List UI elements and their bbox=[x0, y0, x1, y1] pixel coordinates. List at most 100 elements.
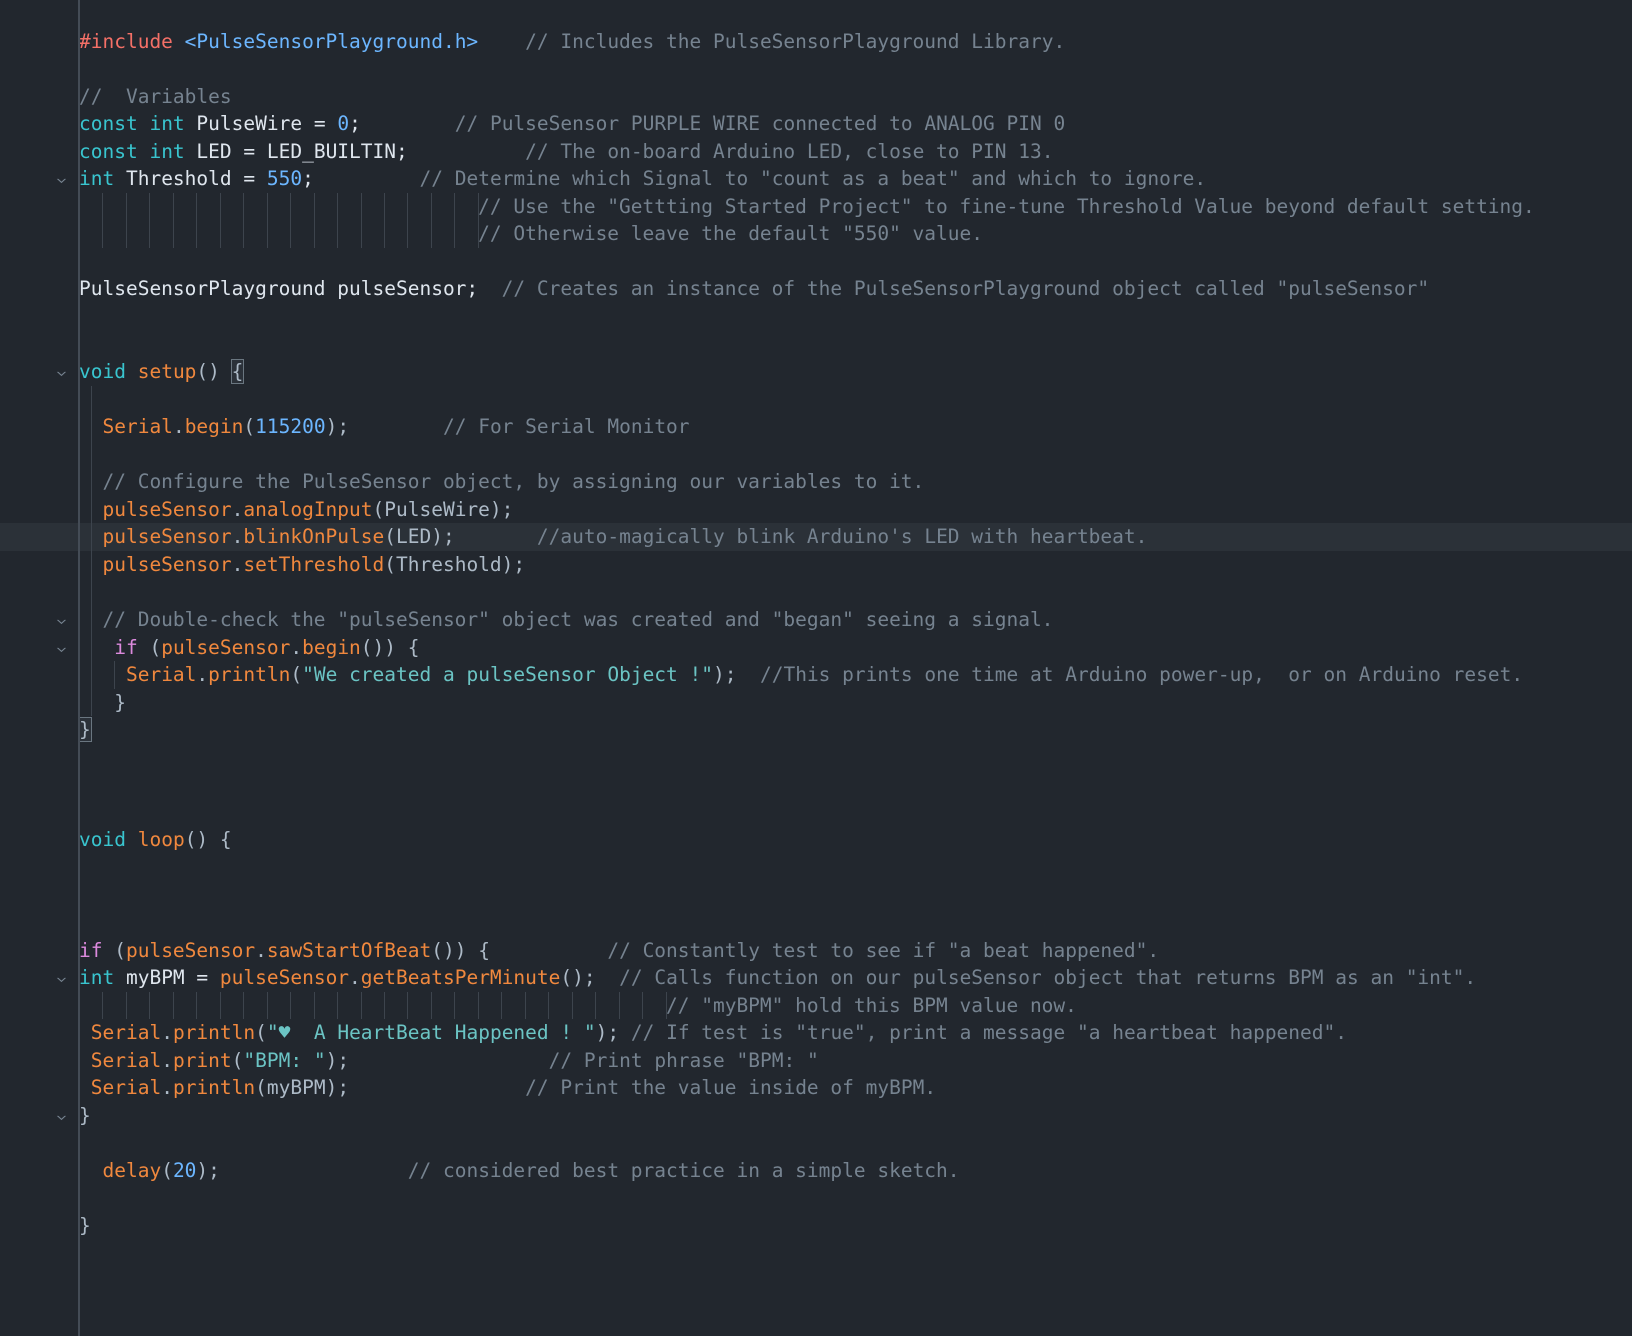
code-line[interactable]: Serial.println("♥ A HeartBeat Happened !… bbox=[0, 1019, 1632, 1047]
code-line[interactable]: } bbox=[0, 716, 1632, 744]
code-line[interactable]: pulseSensor.setThreshold(Threshold); bbox=[0, 550, 1632, 579]
code-line[interactable] bbox=[0, 303, 1632, 331]
code-line[interactable] bbox=[0, 1267, 1632, 1295]
code-line[interactable]: // Variables bbox=[0, 83, 1632, 111]
code-line[interactable]: // Configure the PulseSensor object, by … bbox=[0, 468, 1632, 496]
code-text[interactable]: PulseSensorPlayground pulseSensor; // Cr… bbox=[78, 275, 1632, 303]
code-line[interactable] bbox=[0, 854, 1632, 882]
code-line[interactable]: const int PulseWire = 0; // PulseSensor … bbox=[0, 110, 1632, 138]
code-text[interactable]: // "myBPM" hold this BPM value now. bbox=[78, 991, 1632, 1020]
code-text[interactable]: } bbox=[78, 688, 1632, 717]
code-text[interactable] bbox=[78, 909, 1632, 937]
code-line[interactable] bbox=[0, 771, 1632, 799]
code-text[interactable]: pulseSensor.setThreshold(Threshold); bbox=[78, 550, 1632, 579]
code-line[interactable] bbox=[0, 385, 1632, 414]
code-text[interactable] bbox=[78, 1267, 1632, 1295]
code-line[interactable] bbox=[0, 882, 1632, 910]
code-line[interactable]: void loop() { bbox=[0, 826, 1632, 854]
code-text[interactable]: // Otherwise leave the default "550" val… bbox=[78, 220, 1632, 248]
code-line[interactable] bbox=[0, 578, 1632, 607]
code-text[interactable]: Serial.print("BPM: "); // Print phrase "… bbox=[78, 1047, 1632, 1075]
code-line[interactable]: delay(20); // considered best practice i… bbox=[0, 1157, 1632, 1185]
code-line[interactable] bbox=[0, 440, 1632, 469]
code-text[interactable] bbox=[78, 248, 1632, 276]
code-text[interactable] bbox=[78, 799, 1632, 827]
code-line[interactable]: ⌄ if (pulseSensor.begin()) { bbox=[0, 633, 1632, 662]
code-text[interactable]: // Variables bbox=[78, 83, 1632, 111]
code-text[interactable]: int Threshold = 550; // Determine which … bbox=[78, 165, 1632, 193]
code-line[interactable] bbox=[0, 1129, 1632, 1157]
code-line[interactable]: PulseSensorPlayground pulseSensor; // Cr… bbox=[0, 275, 1632, 303]
code-text[interactable]: } bbox=[78, 1212, 1632, 1240]
code-line[interactable]: ⌄ int myBPM = pulseSensor.getBeatsPerMinu… bbox=[0, 964, 1632, 992]
code-line[interactable] bbox=[0, 1240, 1632, 1268]
code-line[interactable]: Serial.println("We created a pulseSensor… bbox=[0, 661, 1632, 689]
code-text[interactable] bbox=[78, 1185, 1632, 1213]
code-line[interactable] bbox=[0, 744, 1632, 772]
code-line[interactable] bbox=[0, 0, 1632, 28]
code-text[interactable]: // Configure the PulseSensor object, by … bbox=[78, 468, 1632, 496]
code-text[interactable]: pulseSensor.blinkOnPulse(LED); //auto-ma… bbox=[78, 523, 1632, 551]
code-line[interactable]: Serial.println(myBPM); // Print the valu… bbox=[0, 1074, 1632, 1102]
code-text[interactable]: } bbox=[78, 716, 1632, 744]
code-text[interactable] bbox=[78, 578, 1632, 607]
code-text[interactable]: if (pulseSensor.begin()) { bbox=[78, 633, 1632, 662]
code-line[interactable] bbox=[0, 799, 1632, 827]
code-text[interactable]: const int LED = LED_BUILTIN; // The on-b… bbox=[78, 138, 1632, 166]
code-text[interactable]: const int PulseWire = 0; // PulseSensor … bbox=[78, 110, 1632, 138]
code-line[interactable] bbox=[0, 55, 1632, 83]
code-text[interactable]: delay(20); // considered best practice i… bbox=[78, 1157, 1632, 1185]
code-text[interactable]: Serial.begin(115200); // For Serial Moni… bbox=[78, 413, 1632, 441]
code-text[interactable]: Serial.println(myBPM); // Print the valu… bbox=[78, 1074, 1632, 1102]
code-text[interactable] bbox=[78, 744, 1632, 772]
code-line[interactable]: // "myBPM" hold this BPM value now. bbox=[0, 991, 1632, 1020]
code-line[interactable]: ⌄ void setup() { bbox=[0, 358, 1632, 386]
code-line[interactable]: ⌄} bbox=[0, 1102, 1632, 1130]
code-text[interactable]: if (pulseSensor.sawStartOfBeat()) { // C… bbox=[78, 937, 1632, 965]
chevron-down-icon[interactable]: ⌄ bbox=[46, 634, 78, 662]
code-line[interactable]: Serial.begin(115200); // For Serial Moni… bbox=[0, 413, 1632, 441]
code-text[interactable] bbox=[78, 1240, 1632, 1268]
code-lines-container[interactable]: #include <PulseSensorPlayground.h> // In… bbox=[0, 0, 1632, 1295]
code-line[interactable]: if (pulseSensor.sawStartOfBeat()) { // C… bbox=[0, 937, 1632, 965]
code-text[interactable] bbox=[78, 55, 1632, 83]
code-text[interactable]: Serial.println("♥ A HeartBeat Happened !… bbox=[78, 1019, 1632, 1047]
code-line[interactable] bbox=[0, 248, 1632, 276]
code-text[interactable]: // Double-check the "pulseSensor" object… bbox=[78, 606, 1632, 634]
code-line[interactable]: ⌄ int Threshold = 550; // Determine which… bbox=[0, 165, 1632, 193]
chevron-down-icon[interactable]: ⌄ bbox=[46, 165, 78, 193]
code-text[interactable] bbox=[78, 882, 1632, 910]
code-text[interactable] bbox=[78, 0, 1632, 28]
code-text[interactable]: } bbox=[78, 1102, 1632, 1130]
code-line[interactable]: const int LED = LED_BUILTIN; // The on-b… bbox=[0, 138, 1632, 166]
chevron-down-icon[interactable]: ⌄ bbox=[46, 964, 78, 992]
code-line[interactable]: Serial.print("BPM: "); // Print phrase "… bbox=[0, 1047, 1632, 1075]
code-line[interactable]: pulseSensor.blinkOnPulse(LED); //auto-ma… bbox=[0, 523, 1632, 551]
code-line[interactable]: // Use the "Gettting Started Project" to… bbox=[0, 192, 1632, 221]
code-line[interactable]: ⌄ // Double-check the "pulseSensor" obje… bbox=[0, 606, 1632, 634]
code-text[interactable]: pulseSensor.analogInput(PulseWire); bbox=[78, 495, 1632, 524]
code-line[interactable]: // Otherwise leave the default "550" val… bbox=[0, 220, 1632, 248]
code-line[interactable] bbox=[0, 331, 1632, 359]
code-text[interactable]: void loop() { bbox=[78, 826, 1632, 854]
code-text[interactable] bbox=[78, 303, 1632, 331]
code-text[interactable] bbox=[78, 854, 1632, 882]
code-text[interactable]: Serial.println("We created a pulseSensor… bbox=[78, 661, 1632, 689]
code-text[interactable]: // Use the "Gettting Started Project" to… bbox=[78, 192, 1632, 221]
chevron-down-icon[interactable]: ⌄ bbox=[46, 606, 78, 634]
code-line[interactable]: } bbox=[0, 688, 1632, 717]
code-text[interactable] bbox=[78, 331, 1632, 359]
code-text[interactable] bbox=[78, 771, 1632, 799]
code-line[interactable]: pulseSensor.analogInput(PulseWire); bbox=[0, 495, 1632, 524]
code-editor[interactable]: #include <PulseSensorPlayground.h> // In… bbox=[0, 0, 1632, 1336]
code-text[interactable] bbox=[78, 1129, 1632, 1157]
code-line[interactable] bbox=[0, 909, 1632, 937]
code-line[interactable]: } bbox=[0, 1212, 1632, 1240]
code-text[interactable]: void setup() { bbox=[78, 358, 1632, 386]
chevron-down-icon[interactable]: ⌄ bbox=[46, 1102, 78, 1130]
code-text[interactable]: #include <PulseSensorPlayground.h> // In… bbox=[78, 28, 1632, 56]
code-text[interactable]: int myBPM = pulseSensor.getBeatsPerMinut… bbox=[78, 964, 1632, 992]
chevron-down-icon[interactable]: ⌄ bbox=[46, 358, 78, 386]
code-line[interactable]: #include <PulseSensorPlayground.h> // In… bbox=[0, 28, 1632, 56]
code-line[interactable] bbox=[0, 1185, 1632, 1213]
